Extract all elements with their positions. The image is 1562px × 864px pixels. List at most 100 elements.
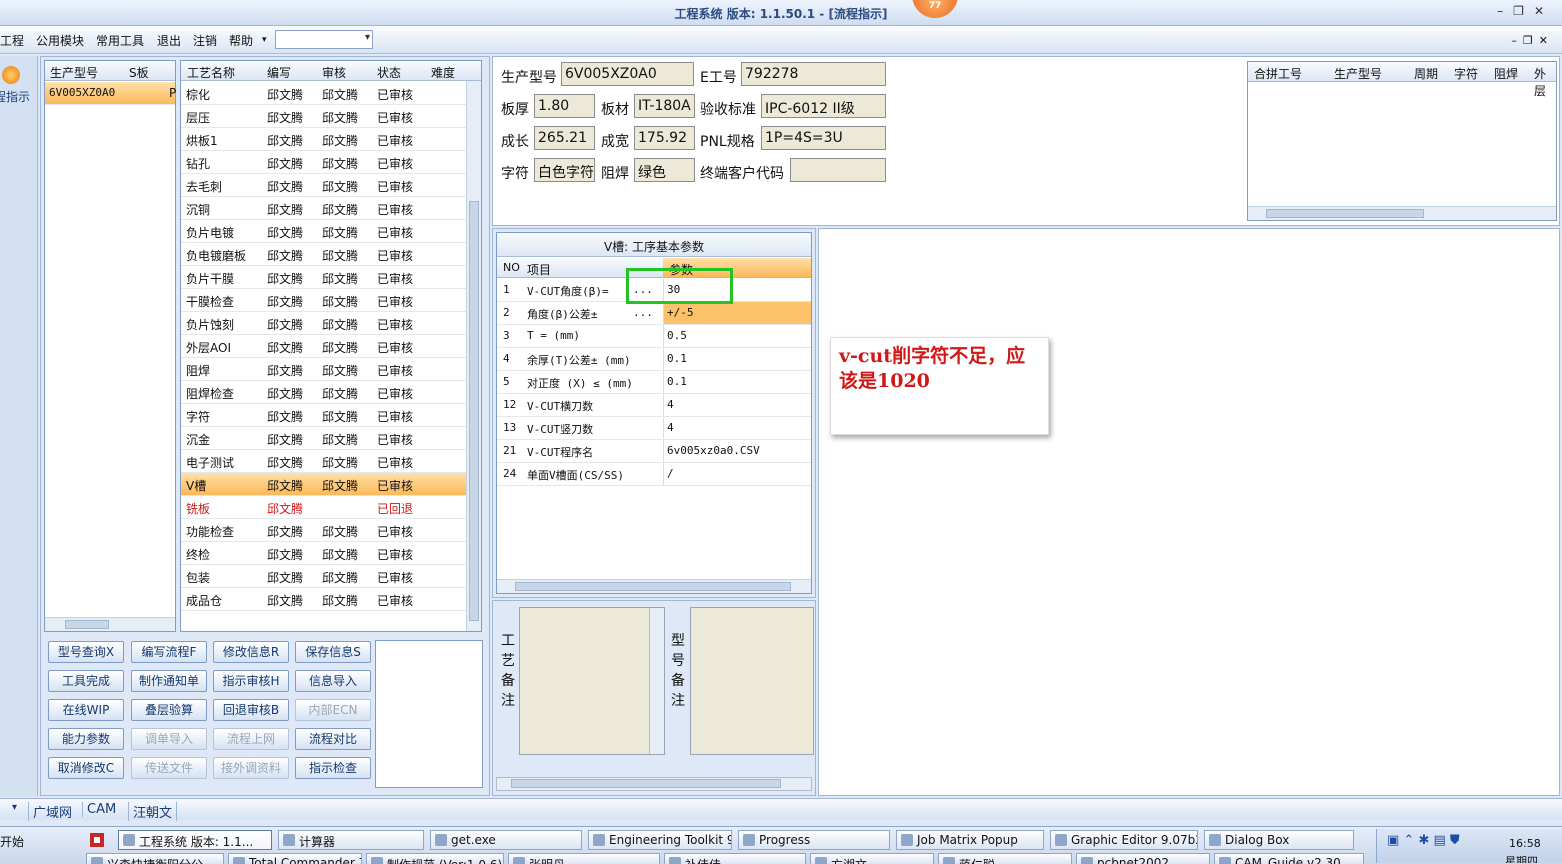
action-button[interactable]: 编写流程F [131, 641, 207, 663]
action-button[interactable]: 制作通知单 [131, 670, 207, 692]
param-row[interactable]: 13 V-CUT竖刀数 4 [497, 417, 811, 440]
col-merge-mask[interactable]: 阻焊 [1494, 65, 1518, 82]
process-row[interactable]: 负电镀磨板 邱文腾 邱文腾 已审核 [181, 243, 466, 266]
action-button[interactable]: 回退审核B [213, 699, 289, 721]
param-row[interactable]: 3 T = (mm) 0.5 [497, 325, 811, 348]
quick-launch-icon[interactable] [88, 831, 108, 849]
scroll-thumb[interactable] [65, 620, 109, 629]
col-difficulty[interactable]: 难度 [431, 64, 455, 81]
col-process-name[interactable]: 工艺名称 [187, 64, 235, 81]
field-model[interactable]: 6V005XZ0A0 [561, 62, 694, 86]
col-reviewer[interactable]: 审核 [322, 64, 346, 81]
process-indicator-icon[interactable] [2, 66, 20, 84]
param-hscroll[interactable] [497, 579, 811, 593]
col-merge-model[interactable]: 生产型号 [1334, 65, 1382, 82]
param-cell-value[interactable]: +/-5 [667, 306, 694, 319]
menu-logout[interactable]: 注销 [193, 32, 217, 49]
field-material[interactable]: IT-180A [634, 94, 695, 118]
param-cell-value[interactable]: 6v005xz0a0.CSV [667, 444, 760, 457]
mdi-controls[interactable]: –❐✕ [1511, 34, 1554, 47]
process-row[interactable]: 钻孔 邱文腾 邱文腾 已审核 [181, 151, 466, 174]
field-thickness[interactable]: 1.80 [534, 94, 595, 118]
field-width[interactable]: 175.92 [634, 126, 695, 150]
col-status[interactable]: 状态 [377, 64, 401, 81]
action-button[interactable]: 能力参数 [48, 728, 124, 750]
param-row[interactable]: 5 对正度 (X) ≤ (mm) 0.1 [497, 371, 811, 394]
menu-engineering[interactable]: 工程 [0, 32, 24, 49]
process-row[interactable]: 棕化 邱文腾 邱文腾 已审核 [181, 82, 466, 105]
param-cell-value[interactable]: 0.1 [667, 352, 687, 365]
process-row[interactable]: 包装 邱文腾 邱文腾 已审核 [181, 565, 466, 588]
action-button[interactable]: 修改信息R [213, 641, 289, 663]
col-merge-cycle[interactable]: 周期 [1414, 65, 1438, 82]
menu-help[interactable]: 帮助 [229, 32, 253, 49]
field-length[interactable]: 265.21 [534, 126, 595, 150]
taskbar-item[interactable]: get.exe [430, 830, 582, 850]
process-notes-textarea[interactable] [519, 607, 665, 755]
chevron-down-icon[interactable]: ▾ [12, 802, 17, 813]
model-notes-textarea[interactable] [690, 607, 814, 755]
process-row[interactable]: 铣板 邱文腾 已回退 [181, 496, 466, 519]
field-customer[interactable] [790, 158, 886, 182]
col-writer[interactable]: 编写 [267, 64, 291, 81]
taskbar-item[interactable]: Dialog Box [1204, 830, 1354, 850]
action-button[interactable]: 指示检查 [295, 757, 371, 779]
action-button[interactable]: 接外调资料 [213, 757, 289, 779]
param-cell-dots[interactable]: ... [633, 306, 653, 319]
process-row[interactable]: 电子测试 邱文腾 邱文腾 已审核 [181, 450, 466, 473]
status-tab-user[interactable]: 汪朝文 [128, 802, 178, 821]
minimize-icon[interactable]: – [1511, 34, 1523, 47]
process-row[interactable]: 去毛刺 邱文腾 邱文腾 已审核 [181, 174, 466, 197]
process-row[interactable]: 负片电镀 邱文腾 邱文腾 已审核 [181, 220, 466, 243]
action-button[interactable]: 工具完成 [48, 670, 124, 692]
action-button[interactable]: 指示审核H [213, 670, 289, 692]
status-tab-wan[interactable]: 广域网 [28, 802, 76, 821]
chevron-down-icon[interactable]: ▾ [262, 35, 267, 45]
param-cell-value[interactable]: / [667, 467, 674, 480]
taskbar-item[interactable]: CAM_Guide v2.30 [1214, 853, 1364, 864]
process-row[interactable]: 字符 邱文腾 邱文腾 已审核 [181, 404, 466, 427]
scroll-thumb[interactable] [469, 201, 479, 621]
process-row[interactable]: 终检 邱文腾 邱文腾 已审核 [181, 542, 466, 565]
restore-icon[interactable]: ❐ [1523, 34, 1539, 47]
action-button[interactable]: 保存信息S [295, 641, 371, 663]
taskbar-item[interactable]: Job Matrix Popup [896, 830, 1044, 850]
process-row[interactable]: 烘板1 邱文腾 邱文腾 已审核 [181, 128, 466, 151]
process-row[interactable]: 沉金 邱文腾 邱文腾 已审核 [181, 427, 466, 450]
process-row[interactable]: 阻焊 邱文腾 邱文腾 已审核 [181, 358, 466, 381]
restore-icon[interactable]: ❐ [1513, 4, 1534, 18]
param-cell-value[interactable]: 0.1 [667, 375, 687, 388]
action-button[interactable]: 叠层验算 [131, 699, 207, 721]
scroll-thumb[interactable] [515, 582, 791, 591]
process-row[interactable]: 沉铜 邱文腾 邱文腾 已审核 [181, 197, 466, 220]
action-button[interactable]: 流程上网 [213, 728, 289, 750]
process-list-vscroll[interactable] [466, 81, 481, 631]
model-row[interactable]: 6V005XZ0A0 P [45, 82, 176, 105]
taskbar-item[interactable]: pcbnet2002 [1076, 853, 1210, 864]
close-icon[interactable]: ✕ [1539, 34, 1554, 47]
menu-combo-box[interactable] [275, 30, 373, 49]
process-row[interactable]: 层压 邱文腾 邱文腾 已审核 [181, 105, 466, 128]
param-row[interactable]: 4 余厚(T)公差± (mm) 0.1 [497, 348, 811, 371]
col-s-board[interactable]: S板 [129, 64, 149, 81]
param-row[interactable]: 12 V-CUT横刀数 4 [497, 394, 811, 417]
col-merge-no[interactable]: 合拼工号 [1254, 65, 1302, 82]
process-row[interactable]: 外层AOI 邱文腾 邱文腾 已审核 [181, 335, 466, 358]
action-button[interactable]: 内部ECN [295, 699, 371, 721]
field-pnl[interactable]: 1P=4S=3U [761, 126, 886, 150]
window-controls[interactable]: –❐✕ [1497, 4, 1554, 18]
process-row[interactable]: 干膜检查 邱文腾 邱文腾 已审核 [181, 289, 466, 312]
param-cell-value[interactable]: 4 [667, 398, 674, 411]
col-no[interactable]: NO [503, 261, 520, 274]
process-row[interactable]: 负片蚀刻 邱文腾 邱文腾 已审核 [181, 312, 466, 335]
menu-common-modules[interactable]: 公用模块 [36, 32, 84, 49]
field-mask[interactable]: 绿色 [634, 158, 695, 182]
close-icon[interactable]: ✕ [1534, 4, 1554, 18]
action-button[interactable]: 信息导入 [295, 670, 371, 692]
taskbar-item[interactable]: 补佳佳 [664, 853, 806, 864]
process-row[interactable]: 负片干膜 邱文腾 邱文腾 已审核 [181, 266, 466, 289]
col-item[interactable]: 项目 [527, 261, 551, 278]
process-row[interactable]: 阻焊检查 邱文腾 邱文腾 已审核 [181, 381, 466, 404]
nav-label-process[interactable]: 程指示 [0, 88, 30, 105]
taskbar-item[interactable]: 计算器 [278, 830, 424, 850]
